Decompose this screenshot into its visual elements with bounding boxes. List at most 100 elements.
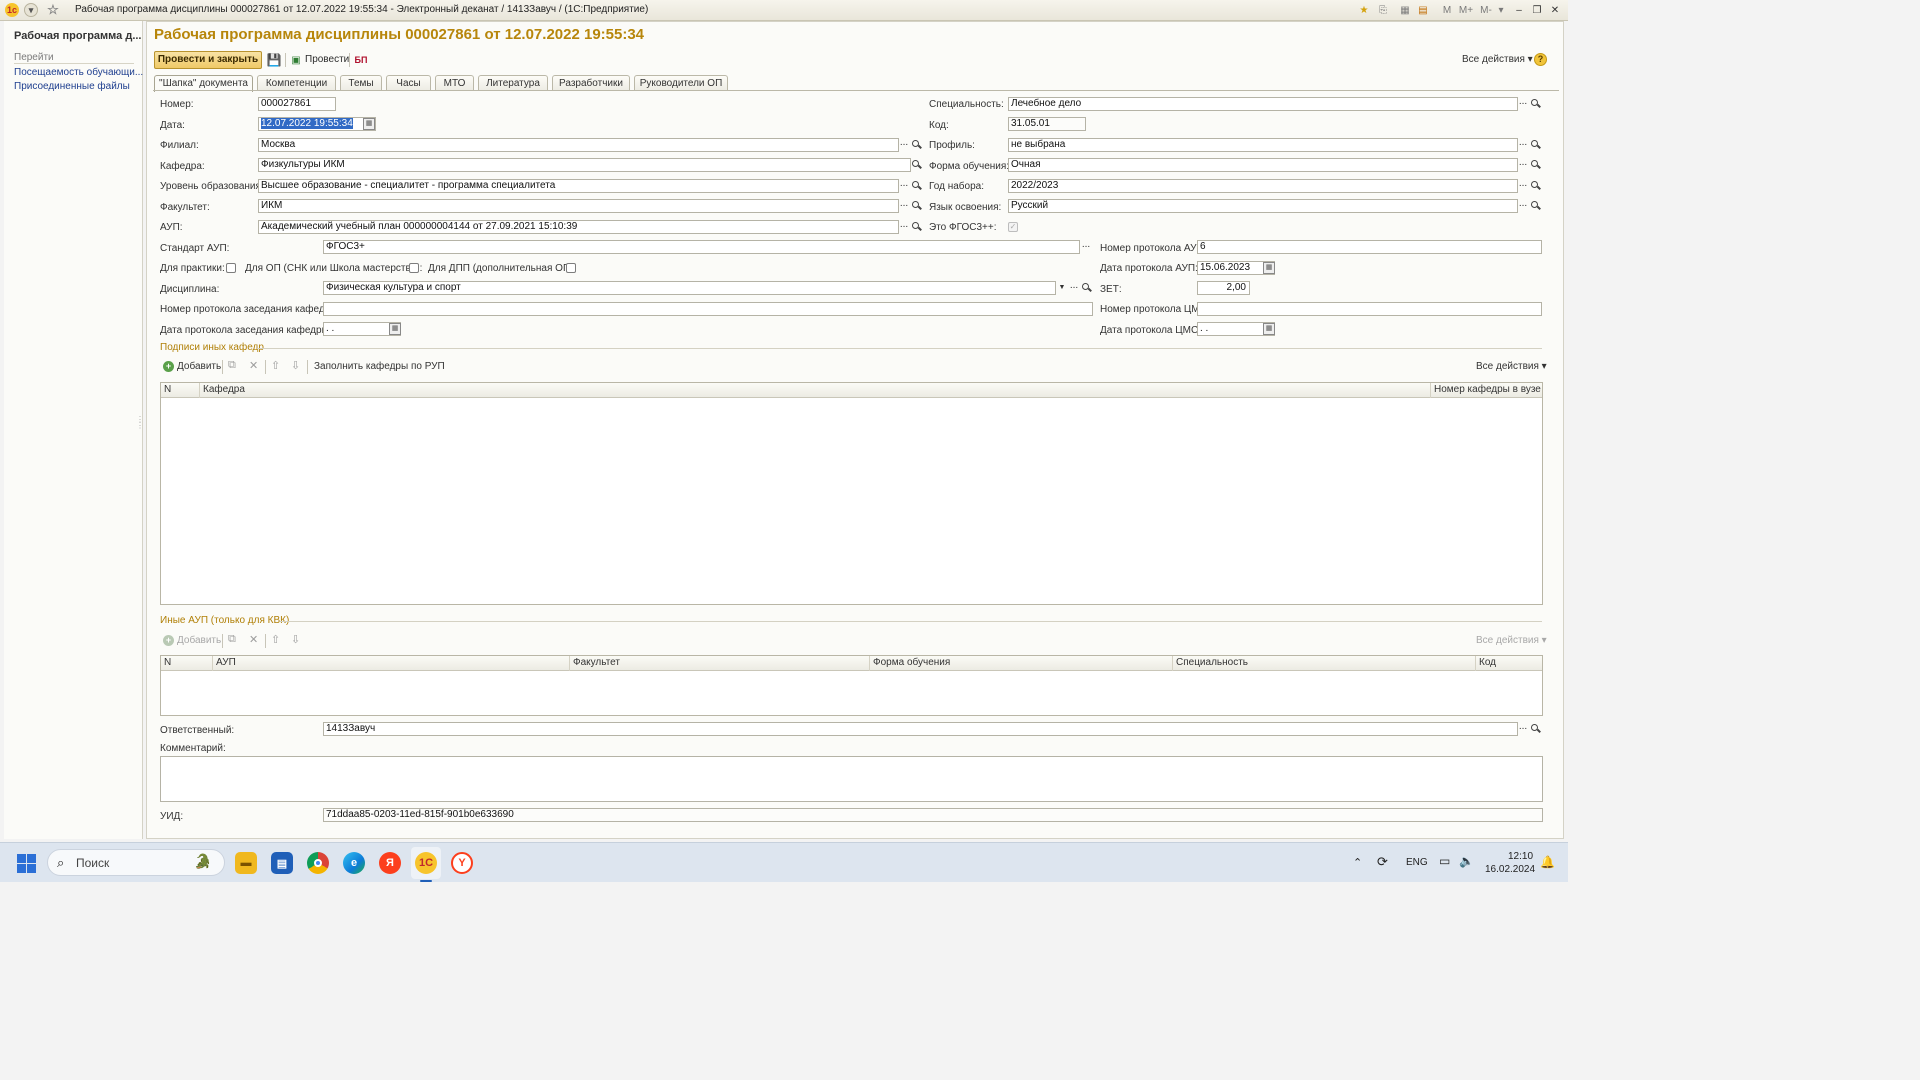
profile-field[interactable]: не выбрана: [1008, 138, 1518, 152]
yandex-icon[interactable]: Я: [379, 852, 401, 874]
select-dots-icon[interactable]: ...: [1517, 97, 1529, 111]
column-header[interactable]: N: [161, 383, 200, 398]
tab-competencies[interactable]: Компетенции: [257, 75, 336, 91]
cms-protocol-num-field[interactable]: [1197, 302, 1542, 316]
column-header[interactable]: Специальность: [1173, 656, 1476, 671]
yandex-browser-icon[interactable]: Y: [451, 852, 473, 874]
number-field[interactable]: 000027861: [258, 97, 336, 111]
language-indicator[interactable]: ENG: [1406, 857, 1428, 868]
add-aup-button[interactable]: Добавить: [177, 635, 221, 646]
post-button[interactable]: Провести: [305, 54, 349, 65]
search-icon[interactable]: [910, 179, 922, 193]
network-icon[interactable]: ▭: [1439, 854, 1450, 868]
search-icon[interactable]: [1529, 158, 1541, 172]
language-field[interactable]: Русский: [1008, 199, 1518, 213]
nav-link-attached-files[interactable]: Присоединенные файлы: [14, 81, 130, 92]
search-icon[interactable]: [1529, 138, 1541, 152]
search-icon[interactable]: [1529, 199, 1541, 213]
column-header[interactable]: Факультет: [570, 656, 870, 671]
clock-time[interactable]: 12:10: [1508, 851, 1533, 862]
select-dots-icon[interactable]: ...: [1517, 722, 1529, 736]
column-header[interactable]: Номер кафедры в вузе: [1431, 383, 1542, 398]
add-signature-button[interactable]: Добавить: [177, 361, 221, 372]
chrome-icon[interactable]: [307, 852, 329, 874]
select-dots-icon[interactable]: ...: [898, 138, 910, 152]
sync-icon[interactable]: ⟳: [1377, 854, 1388, 870]
specialty-field[interactable]: Лечебное дело: [1008, 97, 1518, 111]
arrow-up-icon[interactable]: ⇧: [271, 359, 280, 372]
other-aup-all-actions-menu[interactable]: Все действия ▾: [1476, 635, 1547, 646]
select-dots-icon[interactable]: ...: [898, 199, 910, 213]
memory-mminus-button[interactable]: M-: [1478, 4, 1494, 17]
post-and-close-button[interactable]: Провести и закрыть: [154, 51, 262, 69]
search-icon[interactable]: [1529, 97, 1541, 111]
tab-hours[interactable]: Часы: [386, 75, 431, 91]
aup-field[interactable]: Академический учебный план 000000004144 …: [258, 220, 899, 234]
date-field[interactable]: 12.07.2022 19:55:34: [258, 117, 376, 131]
taskbar-search[interactable]: ⌕ Поиск 🐊: [47, 849, 225, 876]
column-header[interactable]: Кафедра: [200, 383, 1431, 398]
for-op-checkbox[interactable]: [409, 263, 419, 273]
discipline-field[interactable]: Физическая культура и спорт: [323, 281, 1056, 295]
faculty-field[interactable]: ИКМ: [258, 199, 899, 213]
clock-date[interactable]: 16.02.2024: [1485, 864, 1535, 875]
select-dots-icon[interactable]: ...: [1068, 281, 1080, 295]
aup-protocol-num-field[interactable]: 6: [1197, 240, 1542, 254]
calculator-icon[interactable]: ▦: [1398, 4, 1412, 17]
uid-field[interactable]: 71ddaa85-0203-11ed-815f-901b0e633690: [323, 808, 1543, 822]
add-icon[interactable]: +: [163, 361, 174, 372]
arrow-up-icon[interactable]: ⇧: [271, 633, 280, 646]
search-icon[interactable]: [910, 199, 922, 213]
chevron-down-icon[interactable]: ▾: [24, 3, 38, 17]
dropdown-icon[interactable]: ▾: [1494, 4, 1508, 17]
star-icon[interactable]: ☆: [46, 2, 60, 17]
column-header[interactable]: Форма обучения: [870, 656, 1173, 671]
tab-literature[interactable]: Литература: [478, 75, 548, 91]
search-icon[interactable]: [1529, 722, 1541, 736]
calendar-picker-icon[interactable]: ▦: [389, 323, 401, 335]
other-aup-table[interactable]: N АУП Факультет Форма обучения Специальн…: [160, 655, 1543, 716]
link-icon[interactable]: ⎘: [1376, 4, 1390, 17]
dept-protocol-num-field[interactable]: [323, 302, 1093, 316]
select-dots-icon[interactable]: ...: [898, 179, 910, 193]
study-form-field[interactable]: Очная: [1008, 158, 1518, 172]
windows-start-icon[interactable]: [17, 854, 36, 873]
aup-standard-field[interactable]: ФГОС3+: [323, 240, 1080, 254]
tab-topics[interactable]: Темы: [340, 75, 382, 91]
department-field[interactable]: Физкультуры ИКМ: [258, 158, 911, 172]
bp-icon[interactable]: БП: [354, 53, 368, 67]
comment-textarea[interactable]: [160, 756, 1543, 802]
delete-icon[interactable]: ✕: [249, 359, 258, 372]
memory-mplus-button[interactable]: M+: [1458, 4, 1474, 17]
tab-mto[interactable]: МТО: [435, 75, 474, 91]
file-explorer-icon[interactable]: ▬: [235, 852, 257, 874]
panel-resize-handle[interactable]: ⋮ ⋮: [136, 416, 144, 441]
favorite-star-icon[interactable]: ★: [1357, 4, 1371, 17]
chevron-down-icon[interactable]: ▼: [1057, 282, 1067, 294]
store-icon[interactable]: ▤: [271, 852, 293, 874]
search-icon[interactable]: [910, 138, 922, 152]
edu-level-field[interactable]: Высшее образование - специалитет - прогр…: [258, 179, 899, 193]
select-dots-icon[interactable]: ...: [1517, 179, 1529, 193]
search-icon[interactable]: [910, 220, 922, 234]
zet-field[interactable]: 2,00: [1197, 281, 1250, 295]
select-dots-icon[interactable]: ...: [1517, 138, 1529, 152]
post-document-icon[interactable]: ▣: [289, 53, 303, 67]
app-1c-icon[interactable]: 1c: [5, 3, 19, 17]
tab-op-leaders[interactable]: Руководители ОП: [634, 75, 728, 91]
search-icon[interactable]: [1080, 281, 1092, 295]
branch-field[interactable]: Москва: [258, 138, 899, 152]
memory-m-button[interactable]: M: [1440, 4, 1454, 17]
search-icon[interactable]: [1529, 179, 1541, 193]
for-practice-checkbox[interactable]: [226, 263, 236, 273]
select-dots-icon[interactable]: ...: [1517, 158, 1529, 172]
help-icon[interactable]: ?: [1534, 53, 1547, 66]
signatures-table[interactable]: N Кафедра Номер кафедры в вузе: [160, 382, 1543, 605]
all-actions-menu[interactable]: Все действия ▾: [1462, 54, 1533, 65]
calendar-picker-icon[interactable]: ▦: [363, 118, 375, 130]
select-dots-icon[interactable]: ...: [898, 220, 910, 234]
for-dpp-checkbox[interactable]: [566, 263, 576, 273]
enroll-year-field[interactable]: 2022/2023: [1008, 179, 1518, 193]
select-dots-icon[interactable]: ...: [1080, 240, 1092, 254]
save-icon[interactable]: 💾: [267, 53, 282, 67]
